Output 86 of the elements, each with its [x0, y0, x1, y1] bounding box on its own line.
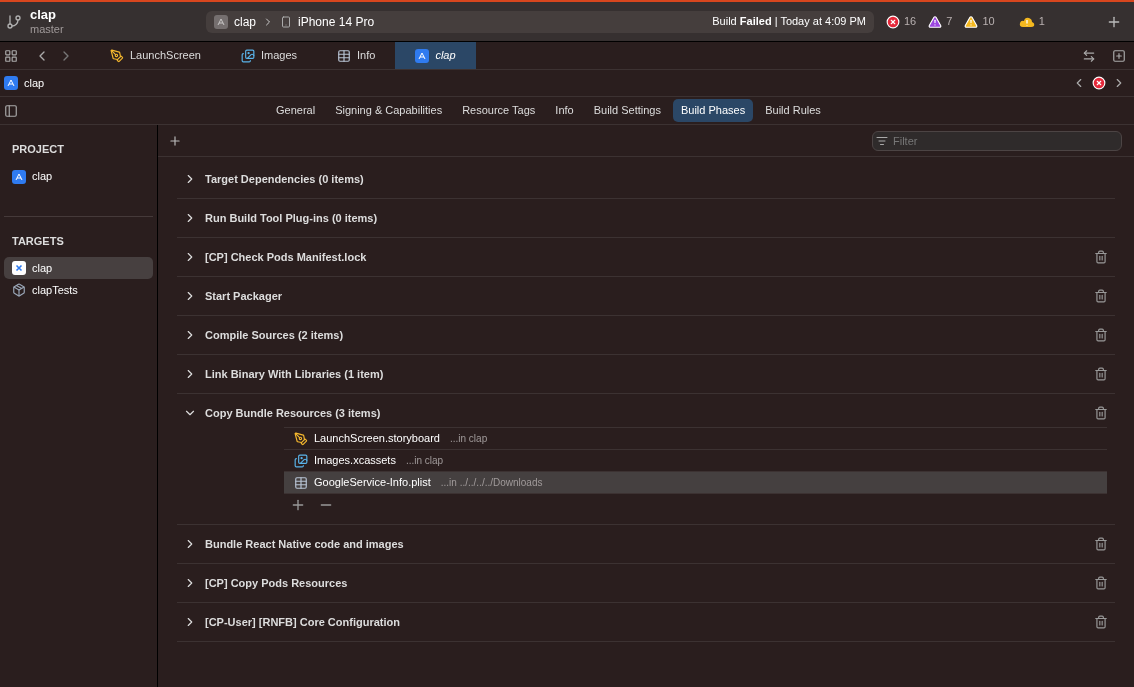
sidebar-toggle-icon[interactable]: [4, 103, 18, 118]
settings-tab[interactable]: Signing & Capabilities: [327, 99, 451, 122]
settings-tab[interactable]: Info: [547, 99, 582, 122]
warning-icon: [964, 14, 979, 29]
file-location: ...in clap: [449, 432, 488, 446]
file-location: ...in clap: [405, 454, 444, 468]
sidebar-item[interactable]: clapTests: [4, 279, 153, 301]
branch-name: master: [30, 22, 65, 37]
filter-icon: [876, 134, 888, 147]
app-icon: [12, 169, 26, 184]
error-icon: [1092, 76, 1106, 90]
editor-tab[interactable]: clap: [395, 42, 476, 69]
filter-field[interactable]: Filter: [872, 130, 1122, 151]
phase-title: Run Build Tool Plug-ins (0 items): [205, 210, 378, 226]
project-name: clap: [30, 6, 57, 23]
phase-header[interactable]: Link Binary With Libraries (1 item): [177, 355, 1115, 393]
phase-title: Bundle React Native code and images: [205, 536, 404, 552]
file-name: LaunchScreen.storyboard: [314, 431, 440, 447]
trash-icon[interactable]: [1094, 328, 1108, 342]
file-name: GoogleService-Info.plist: [314, 475, 431, 491]
app-icon: [4, 76, 18, 90]
cloud-warning-icon: [1018, 15, 1035, 28]
phase-title: [CP-User] [RNFB] Core Configuration: [205, 614, 400, 630]
phase-title: [CP] Copy Pods Resources: [205, 575, 348, 591]
trash-icon[interactable]: [1094, 406, 1108, 420]
app-icon: [214, 14, 228, 29]
phase-title: Compile Sources (2 items): [205, 327, 344, 343]
scheme-name[interactable]: clap: [234, 12, 256, 31]
file-location: ...in ../../../../Downloads: [440, 476, 543, 490]
editor-tab[interactable]: Images: [220, 42, 318, 69]
phase-header[interactable]: Bundle React Native code and images: [177, 525, 1115, 563]
issue-count[interactable]: 7: [946, 13, 953, 30]
settings-tab[interactable]: Resource Tags: [454, 99, 544, 122]
phone-icon: [280, 15, 292, 28]
build-status: Build Failed | Today at 4:09 PM: [712, 14, 866, 30]
issue-count[interactable]: 10: [982, 13, 995, 30]
trash-icon[interactable]: [1094, 367, 1108, 381]
phase-header[interactable]: [CP-User] [RNFB] Core Configuration: [177, 603, 1115, 641]
error-icon: [886, 14, 900, 29]
warning-icon: [928, 14, 943, 29]
app-icon: [415, 48, 430, 63]
phase-title: Link Binary With Libraries (1 item): [205, 366, 384, 382]
issue-count[interactable]: 16: [904, 13, 917, 30]
section-heading: TARGETS: [11, 233, 65, 249]
device-name[interactable]: iPhone 14 Pro: [298, 12, 375, 31]
file-row[interactable]: GoogleService-Info.plist ...in ../../../../Downloads: [284, 472, 1107, 494]
phase-title: Copy Bundle Resources (3 items): [205, 405, 381, 421]
table-icon: [337, 48, 352, 63]
phase-header[interactable]: Run Build Tool Plug-ins (0 items): [177, 199, 1115, 237]
trash-icon[interactable]: [1094, 537, 1108, 551]
editor-tab[interactable]: Info: [317, 42, 396, 69]
settings-tab[interactable]: Build Phases: [672, 99, 754, 122]
package-icon: [12, 283, 26, 297]
add-icon[interactable]: [290, 497, 306, 513]
branch-icon: [6, 13, 22, 30]
phase-header[interactable]: Target Dependencies (0 items): [177, 160, 1115, 198]
images-icon: [294, 453, 308, 468]
trash-icon[interactable]: [1094, 250, 1108, 264]
phase-header[interactable]: [CP] Check Pods Manifest.lock: [177, 238, 1115, 276]
app-icon: [12, 261, 26, 275]
phase-title: Target Dependencies (0 items): [205, 171, 364, 187]
phase-title: Start Packager: [205, 288, 283, 304]
phase-title: [CP] Check Pods Manifest.lock: [205, 249, 367, 265]
breadcrumb[interactable]: clap: [24, 74, 45, 92]
images-icon: [240, 48, 255, 63]
trash-icon[interactable]: [1094, 615, 1108, 629]
settings-tab[interactable]: Build Settings: [585, 99, 669, 122]
editor-tab[interactable]: LaunchScreen: [90, 42, 221, 69]
trash-icon[interactable]: [1094, 576, 1108, 590]
add-editor-icon[interactable]: [1112, 48, 1126, 63]
file-row[interactable]: LaunchScreen.storyboard ...in clap: [284, 428, 1107, 450]
phase-header[interactable]: [CP] Copy Pods Resources: [177, 564, 1115, 602]
table-icon: [294, 475, 308, 490]
phase-header[interactable]: Compile Sources (2 items): [177, 316, 1115, 354]
add-phase-icon[interactable]: [168, 133, 182, 148]
trash-icon[interactable]: [1094, 289, 1108, 303]
settings-tab[interactable]: Build Rules: [757, 99, 829, 122]
settings-tab[interactable]: General: [268, 99, 324, 122]
file-name: Images.xcassets: [314, 453, 396, 469]
issue-count[interactable]: 1: [1038, 13, 1045, 30]
section-heading: PROJECT: [11, 142, 65, 157]
grid-icon[interactable]: [4, 48, 18, 63]
phase-header[interactable]: Start Packager: [177, 277, 1115, 315]
swap-icon[interactable]: [1082, 48, 1096, 63]
sidebar-item[interactable]: clap: [4, 257, 153, 279]
sidebar-item[interactable]: clap: [4, 165, 153, 188]
